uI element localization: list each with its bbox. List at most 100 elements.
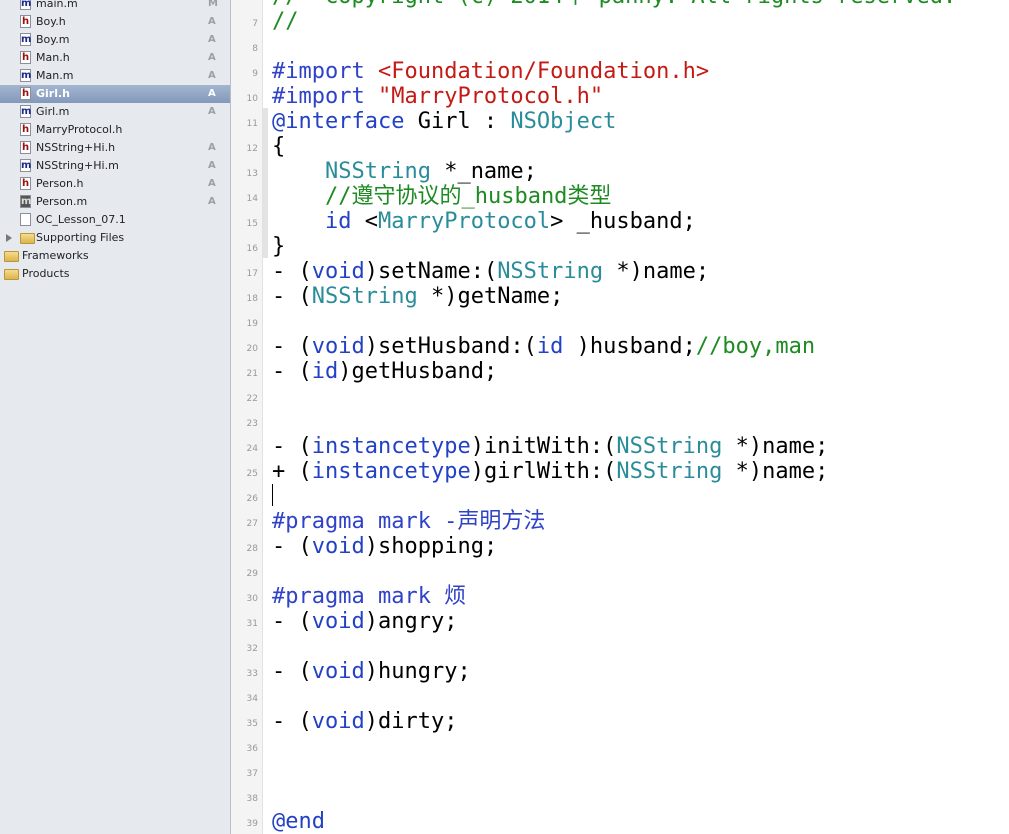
code-token: <Foundation/Foundation.h> xyxy=(377,59,710,84)
navigator-item[interactable]: h Boy.h A xyxy=(0,13,230,31)
navigator-item[interactable]: OC_Lesson_07.1 xyxy=(0,211,230,229)
code-token: - ( xyxy=(272,359,312,384)
code-token: - ( xyxy=(272,709,312,734)
code-token: void xyxy=(311,334,365,359)
scm-status-badge: A xyxy=(208,88,216,99)
code-token: @interface xyxy=(272,109,405,134)
code-token: instancetype xyxy=(311,459,471,484)
code-line[interactable]: // Copyright (c) 2014年 panny. All rights… xyxy=(272,0,956,9)
line-number: 24 xyxy=(246,444,258,454)
line-number: 16 xyxy=(246,244,258,254)
navigator-item[interactable]: h Man.h A xyxy=(0,49,230,67)
navigator-item-label: NSString+Hi.h xyxy=(36,141,116,154)
navigator-item-label: MarryProtocol.h xyxy=(36,123,123,136)
navigator-item[interactable]: h Girl.h A xyxy=(0,85,230,103)
code-token: - ( xyxy=(272,534,312,559)
scm-status-badge: A xyxy=(208,52,216,63)
navigator-item[interactable]: Supporting Files xyxy=(0,229,230,247)
code-line[interactable]: #import "MarryProtocol.h" xyxy=(272,84,603,109)
implementation-file-icon: m xyxy=(20,105,32,118)
code-line[interactable]: #pragma mark -声明方法 xyxy=(272,509,545,534)
code-line[interactable]: #pragma mark 烦 xyxy=(272,584,466,609)
code-token: void xyxy=(311,609,365,634)
implementation-file-icon: m xyxy=(20,0,31,10)
line-number: 17 xyxy=(246,269,258,279)
header-file-icon: h xyxy=(20,141,31,154)
navigator-item[interactable]: h MarryProtocol.h xyxy=(0,121,230,139)
navigator-item-label: Boy.m xyxy=(36,33,70,46)
code-line[interactable]: - (void)shopping; xyxy=(272,534,497,559)
code-token: > _husband; xyxy=(550,209,696,234)
code-line[interactable]: - (NSString *)getName; xyxy=(272,284,563,309)
navigator-item[interactable]: Frameworks xyxy=(0,247,230,265)
code-folding-ribbon[interactable] xyxy=(263,108,268,258)
navigator-item[interactable]: m Girl.m A xyxy=(0,103,230,121)
navigator-item[interactable]: m Boy.m A xyxy=(0,31,230,49)
code-line[interactable]: // xyxy=(272,9,299,34)
line-number: 38 xyxy=(246,794,258,804)
code-line[interactable]: + (instancetype)girlWith:(NSString *)nam… xyxy=(272,459,828,484)
navigator-item[interactable]: m Man.m A xyxy=(0,67,230,85)
line-number: 15 xyxy=(246,219,258,229)
project-navigator: m main.m Mh Boy.h Am Boy.m Ah Man.h Am Man.m Ah Gir… xyxy=(0,0,231,834)
code-token: + ( xyxy=(272,459,312,484)
line-number: 25 xyxy=(246,469,258,479)
header-file-icon: h xyxy=(20,123,31,136)
navigator-item[interactable]: Products xyxy=(0,265,230,283)
code-line[interactable]: } xyxy=(272,234,285,259)
header-file-icon: h xyxy=(20,87,31,100)
code-token: void xyxy=(311,659,365,684)
code-token: )setHusband:( xyxy=(364,334,537,359)
code-token: void xyxy=(311,709,365,734)
code-token: )getHusband; xyxy=(338,359,498,384)
navigator-item[interactable]: h Person.h A xyxy=(0,175,230,193)
line-number: 8 xyxy=(252,44,258,54)
line-number: 20 xyxy=(246,344,258,354)
line-number: 13 xyxy=(246,169,258,179)
code-token: { xyxy=(272,134,286,159)
navigator-item-label: Man.m xyxy=(36,69,74,82)
code-line[interactable]: @end xyxy=(272,809,325,834)
line-number: 18 xyxy=(246,294,258,304)
code-line[interactable]: - (id)getHusband; xyxy=(272,359,497,384)
code-line[interactable]: - (void)setHusband:(id )husband;//boy,ma… xyxy=(272,334,815,359)
code-token: *)name; xyxy=(722,434,829,459)
line-number: 31 xyxy=(246,619,258,629)
scm-status-badge: A xyxy=(208,178,216,189)
scm-status-badge: A xyxy=(208,16,216,27)
line-number: 27 xyxy=(246,519,258,529)
navigator-item-label: Girl.h xyxy=(36,87,71,100)
code-token: *)name; xyxy=(722,459,829,484)
code-token: NSString xyxy=(616,459,723,484)
code-line[interactable]: NSString *_name; xyxy=(272,159,537,184)
file-icon xyxy=(20,213,31,226)
code-line[interactable]: - (void)hungry; xyxy=(272,659,471,684)
code-token: MarryProtocol xyxy=(377,209,551,234)
navigator-item[interactable]: h NSString+Hi.h A xyxy=(0,139,230,157)
line-number: 32 xyxy=(246,644,258,654)
line-number: 10 xyxy=(246,94,258,104)
code-token: )hungry; xyxy=(364,659,471,684)
navigator-item-label: main.m xyxy=(36,0,78,10)
code-line[interactable]: - (void)setName:(NSString *)name; xyxy=(272,259,709,284)
scm-status-badge: A xyxy=(208,160,216,171)
code-token: - ( xyxy=(272,434,312,459)
navigator-item-label: Person.m xyxy=(36,195,88,208)
code-line[interactable]: - (void)dirty; xyxy=(272,709,457,734)
folder-icon xyxy=(4,251,19,262)
implementation-file-icon: m xyxy=(20,33,32,46)
code-token: #pragma mark 烦 xyxy=(272,584,467,609)
code-line[interactable]: { xyxy=(272,134,285,159)
code-line[interactable]: //遵守协议的_husband类型 xyxy=(272,184,611,209)
disclosure-triangle-icon[interactable] xyxy=(6,234,12,242)
code-line[interactable]: #import <Foundation/Foundation.h> xyxy=(272,59,709,84)
line-number: 39 xyxy=(246,819,258,829)
navigator-item[interactable]: m main.m M xyxy=(0,0,230,13)
code-line[interactable]: id <MarryProtocol> _husband; xyxy=(272,209,696,234)
navigator-item[interactable]: m Person.m A xyxy=(0,193,230,211)
code-line[interactable]: @interface Girl : NSObject xyxy=(272,109,616,134)
code-line[interactable]: - (instancetype)initWith:(NSString *)nam… xyxy=(272,434,828,459)
line-number: 19 xyxy=(246,319,258,329)
navigator-item[interactable]: m NSString+Hi.m A xyxy=(0,157,230,175)
code-line[interactable]: - (void)angry; xyxy=(272,609,457,634)
